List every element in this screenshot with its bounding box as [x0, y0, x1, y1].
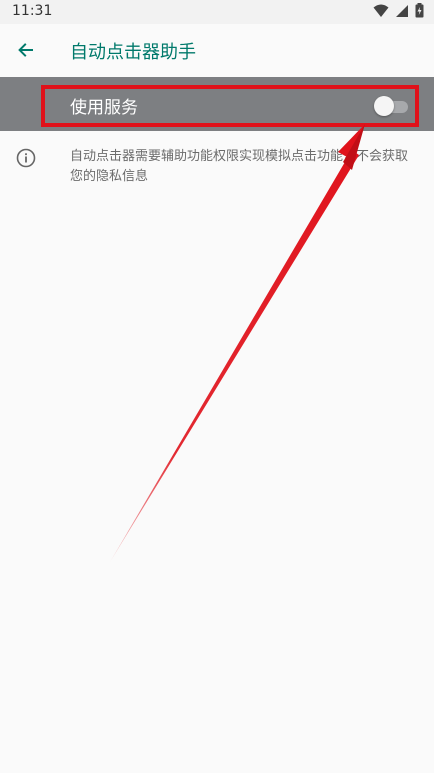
- status-bar: 11:31: [0, 0, 434, 24]
- info-text: 自动点击器需要辅助功能权限实现模拟点击功能，不会获取您的隐私信息: [70, 149, 409, 184]
- service-toggle[interactable]: [374, 95, 410, 117]
- arrow-back-icon: [16, 40, 36, 64]
- status-time: 11:31: [12, 3, 53, 19]
- service-switch-row[interactable]: 使用服务: [0, 77, 434, 131]
- app-bar: 自动点击器助手: [0, 24, 434, 77]
- status-icons: [373, 2, 424, 22]
- wifi-icon: [373, 3, 389, 22]
- page-title: 自动点击器助手: [70, 42, 196, 63]
- battery-icon: [415, 2, 424, 22]
- service-switch-label: 使用服务: [70, 98, 138, 118]
- screen: 11:31 自动点击器助手 使用服务 自动点击器需要辅助功能权限实现模拟点击功能…: [0, 0, 434, 773]
- signal-icon: [395, 3, 409, 22]
- info-icon: [16, 148, 36, 168]
- toggle-thumb: [374, 96, 394, 116]
- back-button[interactable]: [10, 36, 42, 68]
- info-row: 自动点击器需要辅助功能权限实现模拟点击功能，不会获取您的隐私信息: [0, 131, 434, 191]
